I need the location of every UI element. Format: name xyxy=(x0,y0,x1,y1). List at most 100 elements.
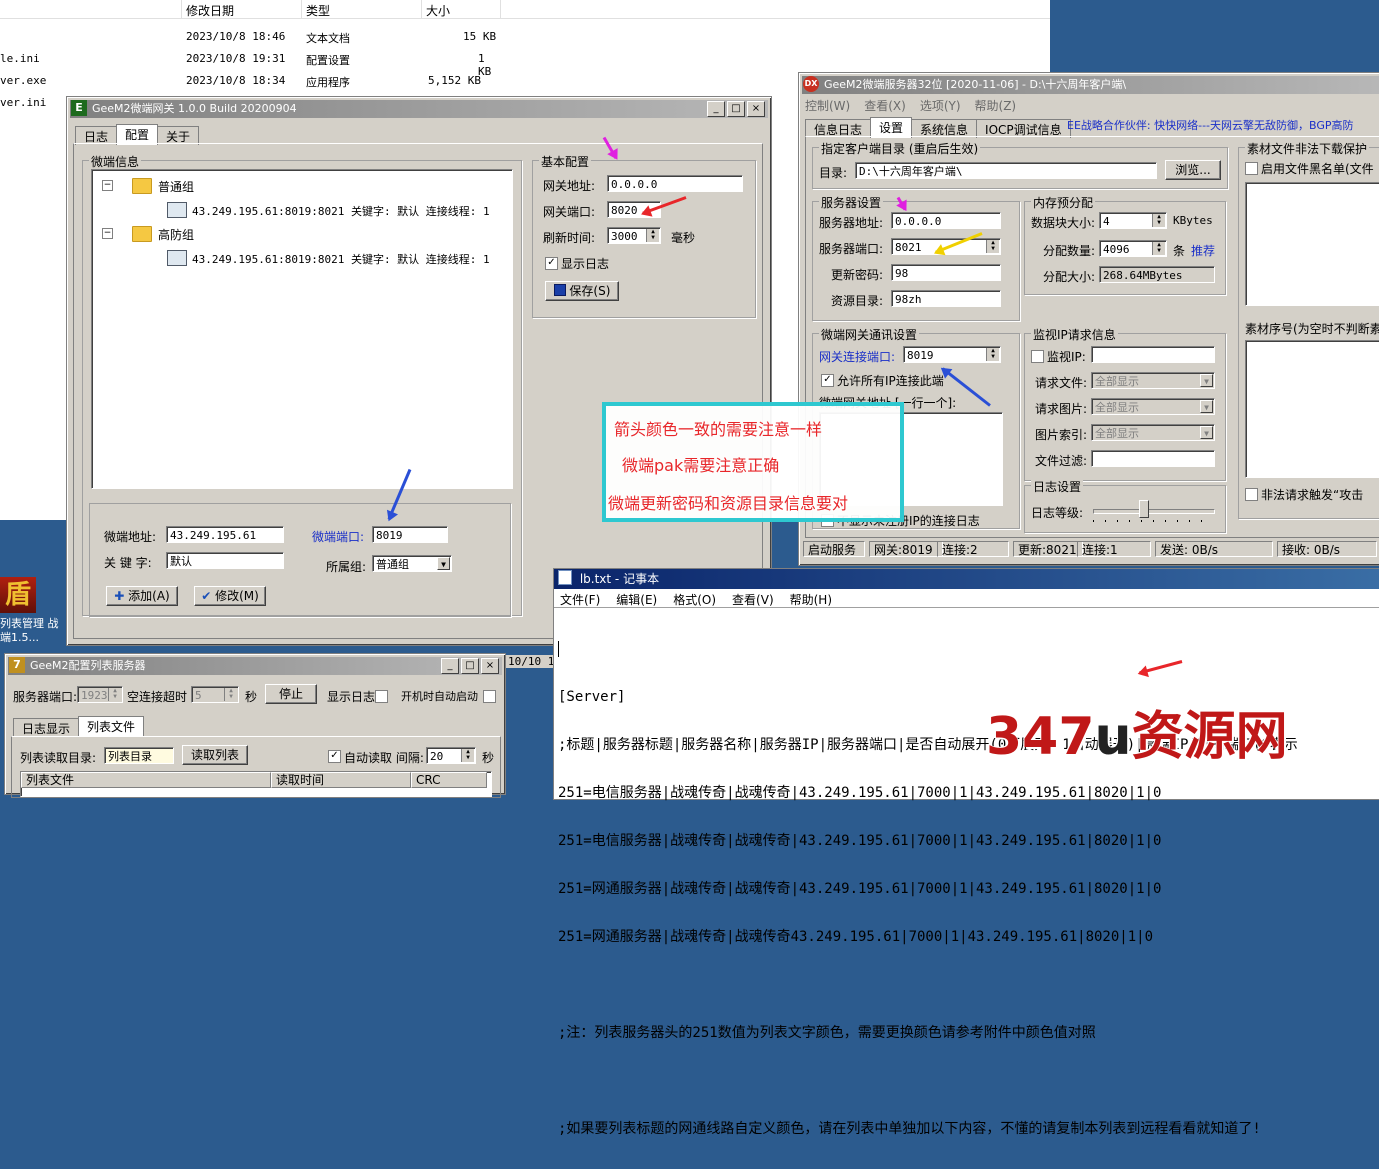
spin-icon[interactable]: ▲ ▼ xyxy=(108,688,121,701)
maximize-icon[interactable]: □ xyxy=(461,658,479,674)
alloc-count-stepper[interactable]: 4096 ▲ ▼ xyxy=(1099,240,1167,257)
update-password-input[interactable]: 98 xyxy=(891,264,1001,281)
file-row[interactable]: 2023/10/8 18:46 文本文档 15 KB xyxy=(0,30,500,46)
file-filter-input[interactable] xyxy=(1091,450,1215,467)
edit-button[interactable]: ✔ 修改(M) xyxy=(194,586,266,606)
maximize-icon[interactable]: □ xyxy=(727,101,745,117)
close-icon[interactable]: × xyxy=(747,101,765,117)
req-file-select[interactable]: 全部显示 ▼ xyxy=(1091,372,1215,389)
spin-icon[interactable]: ▲ ▼ xyxy=(646,229,659,242)
browse-button[interactable]: 浏览... xyxy=(1165,160,1221,180)
tab-settings[interactable]: 设置 xyxy=(870,117,913,138)
monitor-ip-checkbox[interactable] xyxy=(1031,350,1044,363)
server-statusbar: 启动服务 网关:8019 连接:2 更新:8021 连接:1 发送: 0B/s … xyxy=(803,541,1379,559)
menu-options[interactable]: 选项(Y) xyxy=(920,97,961,114)
server-titlebar[interactable]: GeeM2微端服务器32位 [2020-11-06] - D:\十六周年客户端\ xyxy=(802,76,1379,94)
chevron-down-icon[interactable]: ▼ xyxy=(1200,426,1213,439)
group-select[interactable]: 普通组 ▼ xyxy=(372,555,452,572)
spin-icon[interactable]: ▲ ▼ xyxy=(986,348,999,361)
log-level-slider[interactable] xyxy=(1093,500,1215,524)
save-button[interactable]: 保存(S) xyxy=(545,281,619,301)
col-date-header[interactable]: 修改日期 xyxy=(186,2,234,19)
menu-format[interactable]: 格式(O) xyxy=(673,591,716,608)
gateway-titlebar[interactable]: GeeM2微端网关 1.0.0 Build 20200904 xyxy=(70,100,768,118)
col-type-header[interactable]: 类型 xyxy=(306,2,330,19)
chevron-down-icon[interactable]: ▼ xyxy=(1200,374,1213,387)
gateway-conn-port-stepper[interactable]: 8019 ▲ ▼ xyxy=(903,346,1001,363)
menu-control[interactable]: 控制(W) xyxy=(805,97,850,114)
spin-icon[interactable]: ▲ ▼ xyxy=(986,240,999,253)
slider-thumb[interactable] xyxy=(1139,500,1149,518)
list-port-stepper[interactable]: 1923 ▲ ▼ xyxy=(77,686,123,703)
menu-view[interactable]: 查看(V) xyxy=(732,591,774,608)
add-button[interactable]: ✚ 添加(A) xyxy=(106,586,178,606)
minimize-icon[interactable]: _ xyxy=(707,101,725,117)
tree-item[interactable]: 43.249.195.61:8019:8021 关键字: 默认 连接线程: 1 xyxy=(192,251,490,267)
timeout-stepper[interactable]: 5 ▲ ▼ xyxy=(191,686,239,703)
tree-group-defense[interactable]: 高防组 xyxy=(158,226,194,243)
col-size-header[interactable]: 大小 xyxy=(426,2,450,19)
listcfg-show-log-checkbox[interactable] xyxy=(375,690,388,703)
illegal-request-checkbox[interactable] xyxy=(1245,488,1258,501)
blacklist-box[interactable] xyxy=(1245,182,1379,306)
status-start-service[interactable]: 启动服务 xyxy=(803,541,865,557)
listcfg-titlebar[interactable]: GeeM2配置列表服务器 xyxy=(8,657,502,675)
gateway-window: GeeM2微端网关 1.0.0 Build 20200904 E _ □ × 日… xyxy=(66,96,772,646)
desktop-icon[interactable]: 盾 列表管理 战 端1.5... xyxy=(0,575,59,645)
image-index-select[interactable]: 全部显示 ▼ xyxy=(1091,424,1215,441)
tab-config[interactable]: 配置 xyxy=(116,124,159,145)
tree-item[interactable]: 43.249.195.61:8019:8021 关键字: 默认 连接线程: 1 xyxy=(192,203,490,219)
menu-help[interactable]: 帮助(Z) xyxy=(975,97,1017,114)
refresh-stepper[interactable]: 3000 ▲ ▼ xyxy=(607,227,661,244)
tree-expander-icon[interactable]: − xyxy=(102,180,113,191)
tree-group-normal[interactable]: 普通组 xyxy=(158,178,194,195)
list-dir-input[interactable]: 列表目录 xyxy=(104,747,174,764)
recommend-link[interactable]: 推荐 xyxy=(1191,242,1215,259)
col-read-time[interactable]: 读取时间 xyxy=(271,772,411,788)
micro-addr-input[interactable]: 43.249.195.61 xyxy=(166,526,284,543)
resource-dir-input[interactable]: 98zh xyxy=(891,290,1001,307)
menu-help[interactable]: 帮助(H) xyxy=(790,591,832,608)
status-upd-conn: 连接:1 xyxy=(1077,541,1151,557)
block-size-stepper[interactable]: 4 ▲ ▼ xyxy=(1099,212,1167,229)
client-dir-input[interactable]: D:\十六周年客户端\ xyxy=(855,162,1157,179)
stop-button[interactable]: 停止 xyxy=(265,684,317,704)
minimize-icon[interactable]: _ xyxy=(441,658,459,674)
spin-icon[interactable]: ▲ ▼ xyxy=(1152,214,1165,227)
auto-start-checkbox[interactable] xyxy=(483,690,496,703)
micro-port-input[interactable]: 8019 xyxy=(372,526,448,543)
micro-info-group: 微端信息 − 普通组 43.249.195.61:8019:8021 关键字: … xyxy=(82,153,522,617)
chevron-down-icon[interactable]: ▼ xyxy=(1200,400,1213,413)
tree-expander-icon[interactable]: − xyxy=(102,228,113,239)
server-addr-input[interactable]: 0.0.0.0 xyxy=(891,212,1001,229)
close-icon[interactable]: × xyxy=(481,658,499,674)
tab-log-display[interactable]: 日志显示 xyxy=(13,718,80,737)
spin-icon[interactable]: ▲ ▼ xyxy=(224,688,237,701)
menu-view[interactable]: 查看(X) xyxy=(864,97,906,114)
monitor-ip-input[interactable] xyxy=(1091,346,1215,363)
gateway-addr-input[interactable]: 0.0.0.0 xyxy=(607,175,743,192)
notepad-text[interactable]: [Server] ;标题|服务器标题|服务器名称|服务器IP|服务器端口|是否自… xyxy=(558,609,1379,1169)
notepad-titlebar[interactable]: lb.txt - 记事本 xyxy=(554,569,1379,589)
chevron-down-icon[interactable]: ▼ xyxy=(437,557,450,570)
sequence-box[interactable] xyxy=(1245,340,1379,478)
file-row[interactable]: le.ini 2023/10/8 19:31 配置设置 1 KB xyxy=(0,52,500,78)
spin-icon[interactable]: ▲ ▼ xyxy=(1152,242,1165,255)
blacklist-checkbox[interactable] xyxy=(1245,162,1258,175)
tab-list-file[interactable]: 列表文件 xyxy=(78,716,145,737)
read-list-button[interactable]: 读取列表 xyxy=(182,745,248,765)
auto-read-checkbox[interactable]: ✓ xyxy=(328,750,341,763)
show-log-checkbox[interactable]: ✓ xyxy=(545,257,558,270)
spin-icon[interactable]: ▲ ▼ xyxy=(461,749,474,762)
req-image-select[interactable]: 全部显示 ▼ xyxy=(1091,398,1215,415)
file-row[interactable]: ver.exe 2023/10/8 18:34 应用程序 5,152 KB xyxy=(0,74,500,90)
server-menubar: 控制(W) 查看(X) 选项(Y) 帮助(Z) xyxy=(805,97,1016,114)
col-list-file[interactable]: 列表文件 xyxy=(21,772,271,788)
menu-file[interactable]: 文件(F) xyxy=(560,591,600,608)
interval-stepper[interactable]: 20 ▲ ▼ xyxy=(426,747,476,764)
menu-edit[interactable]: 编辑(E) xyxy=(616,591,657,608)
allow-all-ip-checkbox[interactable]: ✓ xyxy=(821,374,834,387)
keyword-input[interactable]: 默认 xyxy=(166,552,284,569)
col-crc[interactable]: CRC xyxy=(411,772,487,788)
listcfg-window-buttons: _ □ × xyxy=(441,658,499,674)
